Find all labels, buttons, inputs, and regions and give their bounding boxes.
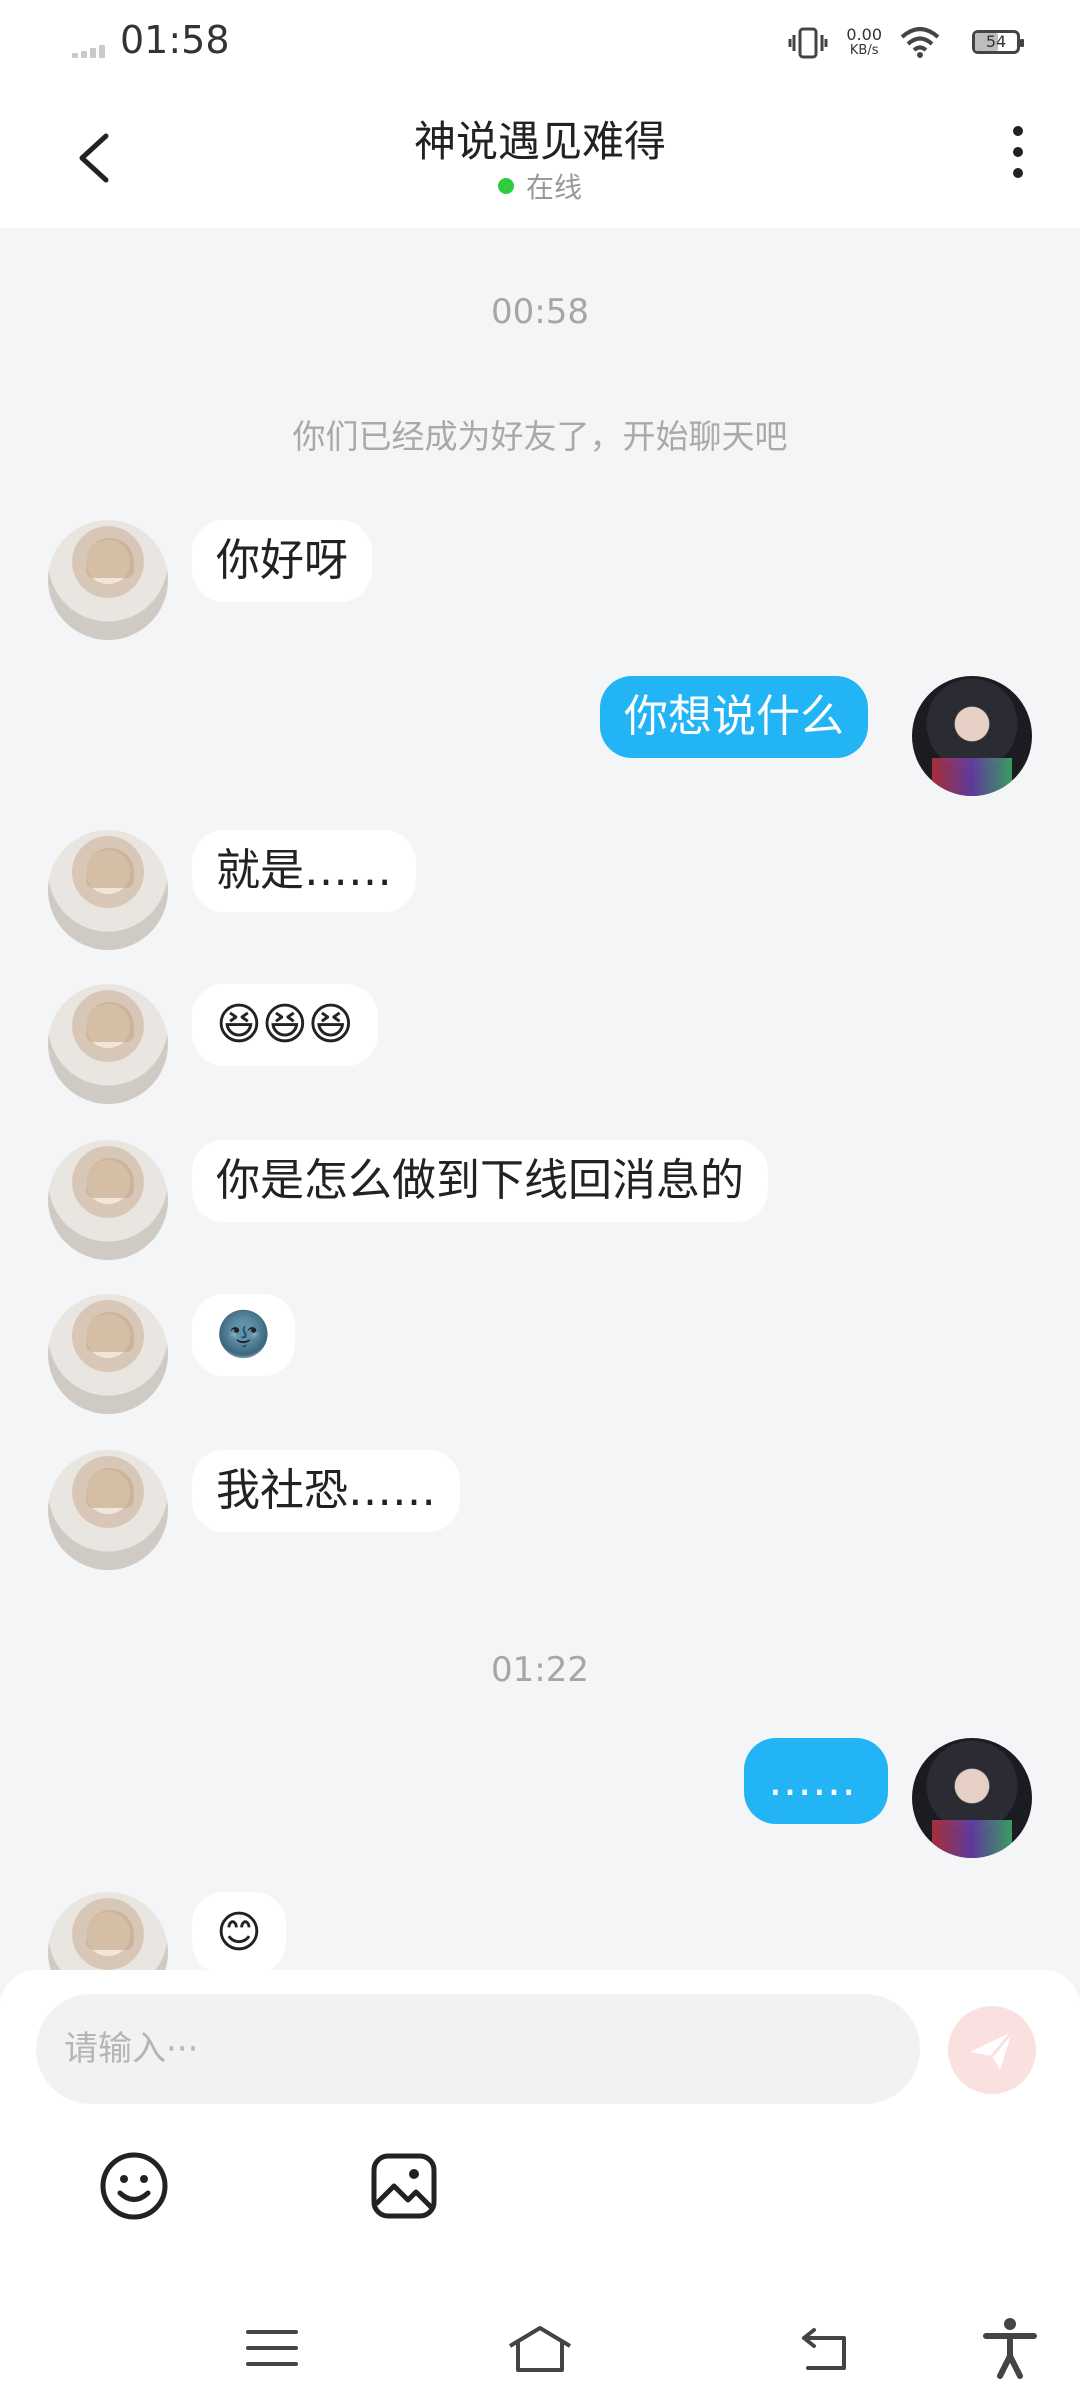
- message-field[interactable]: [36, 1994, 920, 2104]
- send-icon: [970, 2031, 1014, 2070]
- contact-avatar[interactable]: [48, 1450, 168, 1570]
- my-avatar[interactable]: [912, 1738, 1032, 1858]
- status-bar: 01:58 0.00 KB/s 54: [0, 0, 1080, 88]
- contact-avatar[interactable]: [48, 830, 168, 950]
- contact-avatar[interactable]: [48, 1140, 168, 1260]
- incoming-message[interactable]: 你是怎么做到下线回消息的: [192, 1140, 768, 1222]
- system-nav-bar: [0, 2300, 1080, 2408]
- menu-icon[interactable]: [244, 2320, 300, 2376]
- incoming-message[interactable]: 你好呀: [192, 520, 372, 602]
- send-button[interactable]: [948, 2006, 1036, 2094]
- image-icon[interactable]: [368, 2150, 440, 2222]
- timestamp: 01:22: [491, 1650, 589, 1690]
- online-status: 在线: [0, 166, 1080, 206]
- online-dot-icon: [497, 178, 514, 194]
- chat-header: 神说遇见难得 在线: [0, 88, 1080, 228]
- incoming-message[interactable]: 我社恐……: [192, 1450, 460, 1532]
- contact-avatar[interactable]: [48, 1294, 168, 1414]
- page-title: 神说遇见难得: [413, 117, 666, 166]
- incoming-message[interactable]: 😆😆😆: [192, 984, 378, 1066]
- home-icon[interactable]: [504, 2320, 576, 2376]
- emoji-icon[interactable]: [98, 2150, 170, 2222]
- accessibility-icon[interactable]: [982, 2316, 1038, 2380]
- back-nav-icon[interactable]: [796, 2320, 852, 2376]
- incoming-message[interactable]: 就是……: [192, 830, 416, 912]
- outgoing-message[interactable]: ……: [744, 1738, 888, 1824]
- status-time: 01:58: [120, 18, 230, 62]
- contact-avatar[interactable]: [48, 1892, 168, 1970]
- more-icon[interactable]: [1008, 126, 1028, 186]
- incoming-message[interactable]: 😊: [192, 1892, 286, 1970]
- signal-icon: [72, 44, 112, 58]
- contact-avatar[interactable]: [48, 984, 168, 1104]
- network-speed: 0.00 KB/s: [846, 25, 882, 59]
- wifi-icon: [900, 27, 940, 58]
- chat-area[interactable]: 00:58 你们已经成为好友了，开始聊天吧 你好呀 你想说什么 就是…… 😆😆😆…: [0, 228, 1080, 1970]
- status-icons: 0.00 KB/s: [788, 20, 940, 66]
- battery-icon: 54: [972, 30, 1024, 54]
- message-input[interactable]: [36, 1994, 920, 2104]
- my-avatar[interactable]: [912, 676, 1032, 796]
- outgoing-message[interactable]: 你想说什么: [600, 676, 868, 758]
- vibrate-icon: [788, 27, 828, 59]
- system-message: 你们已经成为好友了，开始聊天吧: [292, 417, 788, 456]
- contact-avatar[interactable]: [48, 520, 168, 640]
- timestamp: 00:58: [491, 292, 589, 332]
- incoming-message[interactable]: 🌚: [192, 1294, 295, 1376]
